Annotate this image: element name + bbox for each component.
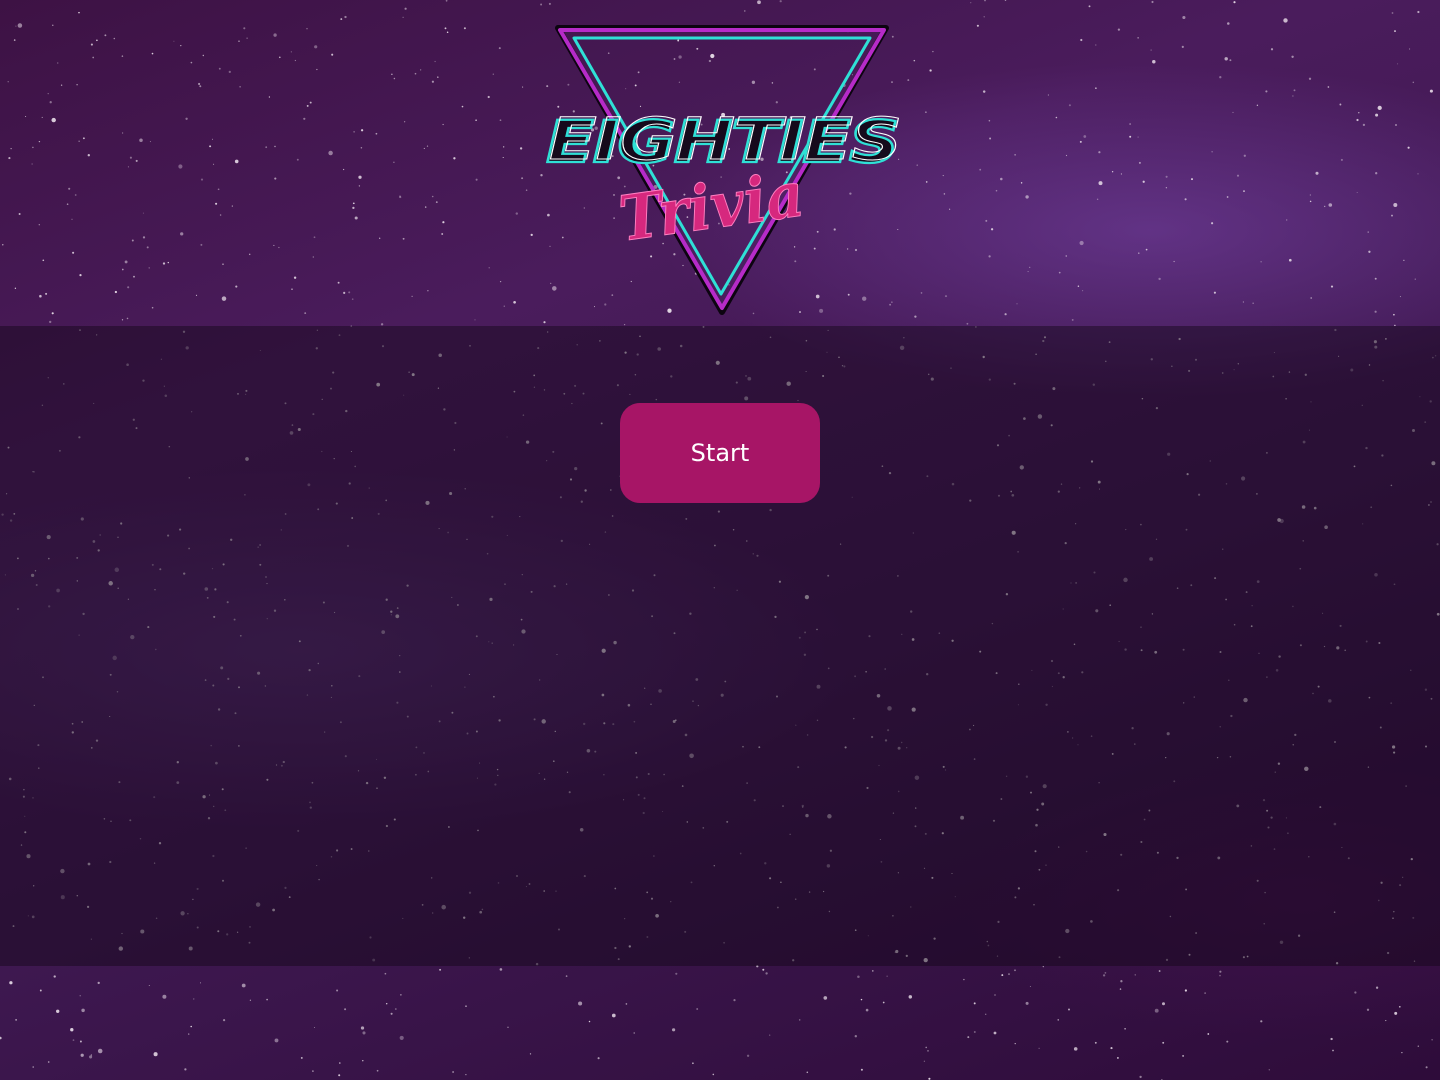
start-button[interactable]: Start <box>620 403 820 503</box>
footer <box>0 966 1440 1080</box>
main-panel: Start <box>0 326 1440 966</box>
header: EIGHTIES EIGHTIES Trivia <box>0 0 1440 326</box>
eighties-trivia-logo: EIGHTIES EIGHTIES Trivia <box>545 25 903 315</box>
logo-title-highlight: EIGHTIES <box>549 105 901 173</box>
page: EIGHTIES EIGHTIES Trivia Start <box>0 0 1440 1080</box>
